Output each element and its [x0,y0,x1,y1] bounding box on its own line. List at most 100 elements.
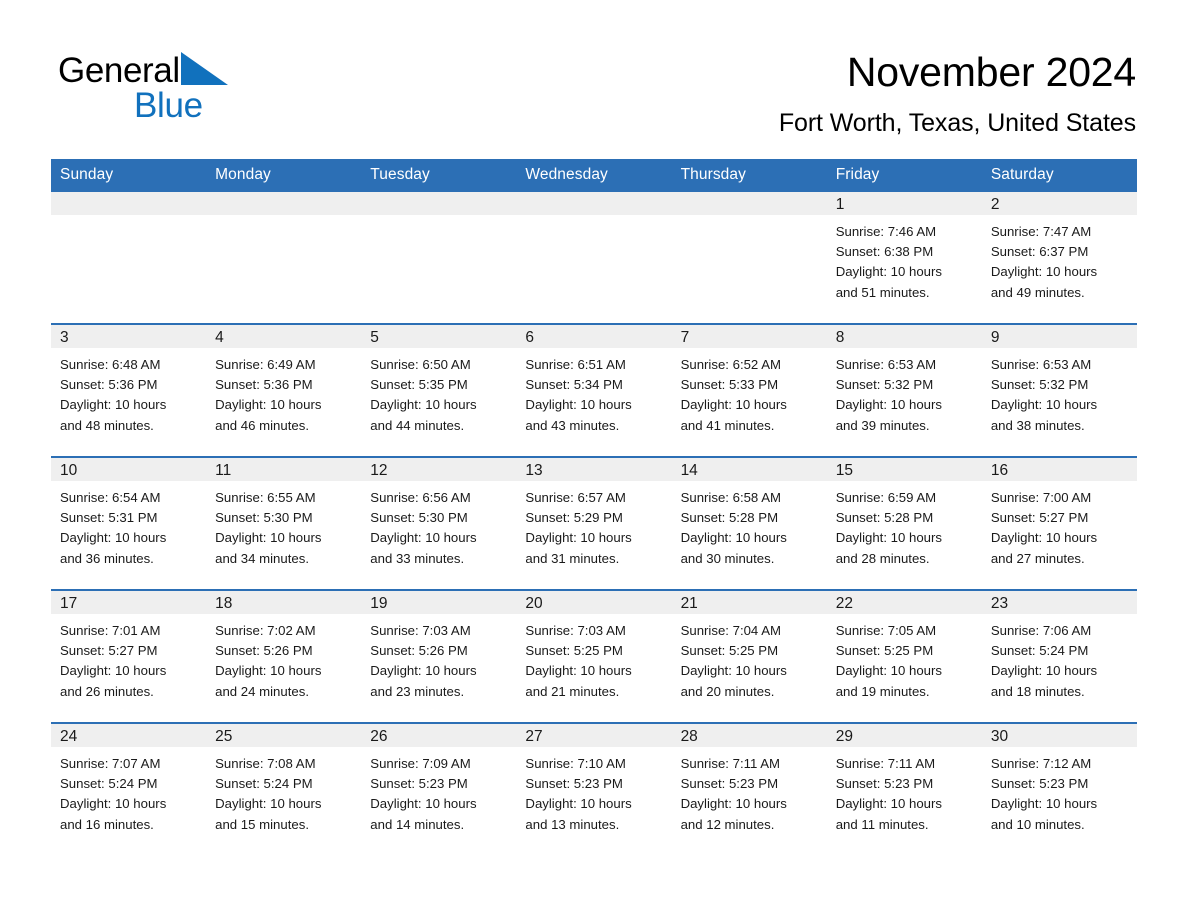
calendar-day-cell[interactable]: 4 Sunrise: 6:49 AM Sunset: 5:36 PM Daylight… [206,323,362,457]
calendar-day-cell[interactable]: 15 Sunrise: 6:59 AM Sunset: 5:28 PM Dayligh… [826,456,982,590]
day-number [361,192,517,215]
sunset-time: Sunset: 5:25 PM [835,643,934,659]
sunrise-time: Sunrise: 7:08 AM [215,756,316,771]
weekday-header-friday: Friday [826,159,982,192]
day-number: 29 [826,724,982,747]
calendar-day-cell[interactable]: 26 Sunrise: 7:09 AM Sunset: 5:23 PM Dayligh… [361,722,517,855]
calendar-day-cell[interactable]: 3 Sunrise: 6:48 AM Sunset: 5:36 PM Daylight… [51,323,207,457]
calendar-day-cell[interactable]: 17 Sunrise: 7:01 AM Sunset: 5:27 PM Dayligh… [51,589,207,723]
daylight-duration-line1: Daylight: 10 hours [990,663,1098,679]
calendar-day-cell[interactable]: 12 Sunrise: 6:56 AM Sunset: 5:30 PM Dayligh… [361,456,517,590]
daylight-duration-line2: and 38 minutes. [990,417,1085,433]
day-number: 8 [826,325,982,348]
day-detail: Sunrise: 6:53 AM Sunset: 5:32 PM Daylight:… [982,348,1137,456]
calendar-day-cell[interactable]: 13 Sunrise: 6:57 AM Sunset: 5:29 PM Dayligh… [516,456,672,590]
calendar-day-cell[interactable]: 24 Sunrise: 7:07 AM Sunset: 5:24 PM Dayligh… [51,722,207,855]
day-detail: Sunrise: 6:49 AM Sunset: 5:36 PM Daylight:… [206,348,361,456]
calendar-day-cell[interactable]: 6 Sunrise: 6:51 AM Sunset: 5:34 PM Daylight… [516,323,672,457]
calendar-day-cell[interactable]: 23 Sunrise: 7:06 AM Sunset: 5:24 PM Dayligh… [981,589,1137,723]
sunrise-time: Sunrise: 7:05 AM [835,623,937,638]
daylight-duration-line1: Daylight: 10 hours [370,796,477,812]
calendar-day-cell[interactable]: 5 Sunrise: 6:50 AM Sunset: 5:35 PM Daylight… [361,323,517,457]
day-number: 6 [516,325,672,348]
calendar-day-cell[interactable]: 29 Sunrise: 7:11 AM Sunset: 5:23 PM Dayligh… [826,722,982,855]
calendar-day-cell[interactable]: 18 Sunrise: 7:02 AM Sunset: 5:26 PM Dayligh… [206,589,362,723]
calendar-day-cell[interactable]: 16 Sunrise: 7:00 AM Sunset: 5:27 PM Dayligh… [981,456,1137,590]
sunrise-time: Sunrise: 6:58 AM [680,490,781,505]
sunrise-time: Sunrise: 7:12 AM [990,756,1092,771]
daylight-duration-line2: and 20 minutes. [680,683,775,699]
daylight-duration-line2: and 30 minutes. [680,550,775,566]
day-number: 27 [516,724,672,747]
calendar-day-cell[interactable]: 8 Sunrise: 6:53 AM Sunset: 5:32 PM Daylight… [826,323,982,457]
day-number: 9 [981,325,1137,348]
day-detail: Sunrise: 7:47 AM Sunset: 6:37 PM Daylight:… [982,215,1137,323]
sunset-time: Sunset: 5:33 PM [680,377,779,393]
daylight-duration-line2: and 41 minutes. [680,417,775,433]
sunset-time: Sunset: 5:23 PM [835,776,934,792]
sunrise-time: Sunrise: 7:06 AM [990,623,1092,638]
day-detail: Sunrise: 7:03 AM Sunset: 5:25 PM Daylight:… [516,614,671,722]
sunrise-time: Sunrise: 7:09 AM [370,756,471,771]
sunset-time: Sunset: 5:30 PM [370,510,468,526]
calendar-day-cell[interactable]: 22 Sunrise: 7:05 AM Sunset: 5:25 PM Dayligh… [826,589,982,723]
day-detail: Sunrise: 6:58 AM Sunset: 5:28 PM Daylight:… [672,481,827,589]
weekday-header-row: Sunday Monday Tuesday Wednesday Thursday… [51,159,1137,192]
daylight-duration-line1: Daylight: 10 hours [990,397,1098,413]
sunrise-time: Sunrise: 6:53 AM [990,357,1092,372]
sunset-time: Sunset: 5:26 PM [370,643,468,659]
daylight-duration-line1: Daylight: 10 hours [990,796,1098,812]
daylight-duration-line2: and 10 minutes. [990,816,1085,832]
daylight-duration-line2: and 23 minutes. [370,683,465,699]
sunrise-time: Sunrise: 6:59 AM [835,490,937,505]
calendar-day-cell[interactable]: 21 Sunrise: 7:04 AM Sunset: 5:25 PM Dayligh… [671,589,827,723]
brand-name-blue: Blue [134,86,203,125]
weekday-header-tuesday: Tuesday [361,159,517,192]
sunset-time: Sunset: 5:35 PM [370,377,468,393]
calendar-day-cell[interactable]: 27 Sunrise: 7:10 AM Sunset: 5:23 PM Dayligh… [516,722,672,855]
sunset-time: Sunset: 5:32 PM [835,377,934,393]
calendar-week-row: 24 Sunrise: 7:07 AM Sunset: 5:24 PM Dayligh… [51,722,1137,855]
day-detail: Sunrise: 6:59 AM Sunset: 5:28 PM Daylight:… [827,481,982,589]
daylight-duration-line1: Daylight: 10 hours [525,530,632,546]
day-detail [51,215,206,323]
day-detail: Sunrise: 6:57 AM Sunset: 5:29 PM Daylight:… [516,481,671,589]
day-number [206,192,362,215]
daylight-duration-line1: Daylight: 10 hours [60,796,167,812]
calendar-day-cell[interactable]: 2 Sunrise: 7:47 AM Sunset: 6:37 PM Daylight… [981,192,1137,324]
day-detail: Sunrise: 7:09 AM Sunset: 5:23 PM Daylight:… [361,747,516,855]
page-header: General Blue November 2024 Fort Worth, T… [0,0,1188,137]
calendar-day-cell[interactable]: 30 Sunrise: 7:12 AM Sunset: 5:23 PM Dayligh… [981,722,1137,855]
daylight-duration-line1: Daylight: 10 hours [215,397,322,413]
daylight-duration-line1: Daylight: 10 hours [990,264,1098,280]
sunset-time: Sunset: 5:27 PM [990,510,1089,526]
daylight-duration-line2: and 24 minutes. [215,683,309,699]
daylight-duration-line1: Daylight: 10 hours [835,397,942,413]
sunset-time: Sunset: 5:24 PM [990,643,1089,659]
day-detail: Sunrise: 6:56 AM Sunset: 5:30 PM Daylight:… [361,481,516,589]
calendar-day-cell[interactable]: 11 Sunrise: 6:55 AM Sunset: 5:30 PM Dayligh… [206,456,362,590]
day-number: 2 [981,192,1137,215]
daylight-duration-line1: Daylight: 10 hours [215,530,322,546]
day-detail: Sunrise: 7:08 AM Sunset: 5:24 PM Daylight:… [206,747,361,855]
daylight-duration-line2: and 13 minutes. [525,816,620,832]
calendar-day-cell[interactable]: 20 Sunrise: 7:03 AM Sunset: 5:25 PM Dayligh… [516,589,672,723]
calendar-day-cell[interactable]: 10 Sunrise: 6:54 AM Sunset: 5:31 PM Dayligh… [51,456,207,590]
calendar-day-cell[interactable]: 19 Sunrise: 7:03 AM Sunset: 5:26 PM Dayligh… [361,589,517,723]
day-detail: Sunrise: 7:10 AM Sunset: 5:23 PM Daylight:… [516,747,671,855]
weekday-header-saturday: Saturday [981,159,1137,192]
calendar-day-cell[interactable]: 7 Sunrise: 6:52 AM Sunset: 5:33 PM Daylight… [671,323,827,457]
daylight-duration-line1: Daylight: 10 hours [525,796,632,812]
calendar-day-cell[interactable]: 1 Sunrise: 7:46 AM Sunset: 6:38 PM Daylight… [826,192,982,324]
sunset-time: Sunset: 5:25 PM [525,643,623,659]
generalblue-logo[interactable]: General Blue [58,52,318,125]
calendar-day-cell[interactable]: 9 Sunrise: 6:53 AM Sunset: 5:32 PM Daylight… [981,323,1137,457]
daylight-duration-line2: and 16 minutes. [60,816,154,832]
sunrise-time: Sunrise: 7:47 AM [990,224,1092,239]
calendar-day-cell[interactable]: 28 Sunrise: 7:11 AM Sunset: 5:23 PM Dayligh… [671,722,827,855]
calendar-day-cell[interactable]: 14 Sunrise: 6:58 AM Sunset: 5:28 PM Dayligh… [671,456,827,590]
sunset-time: Sunset: 5:28 PM [835,510,934,526]
sunset-time: Sunset: 5:36 PM [60,377,158,393]
calendar-day-cell[interactable]: 25 Sunrise: 7:08 AM Sunset: 5:24 PM Dayligh… [206,722,362,855]
daylight-duration-line1: Daylight: 10 hours [680,530,787,546]
